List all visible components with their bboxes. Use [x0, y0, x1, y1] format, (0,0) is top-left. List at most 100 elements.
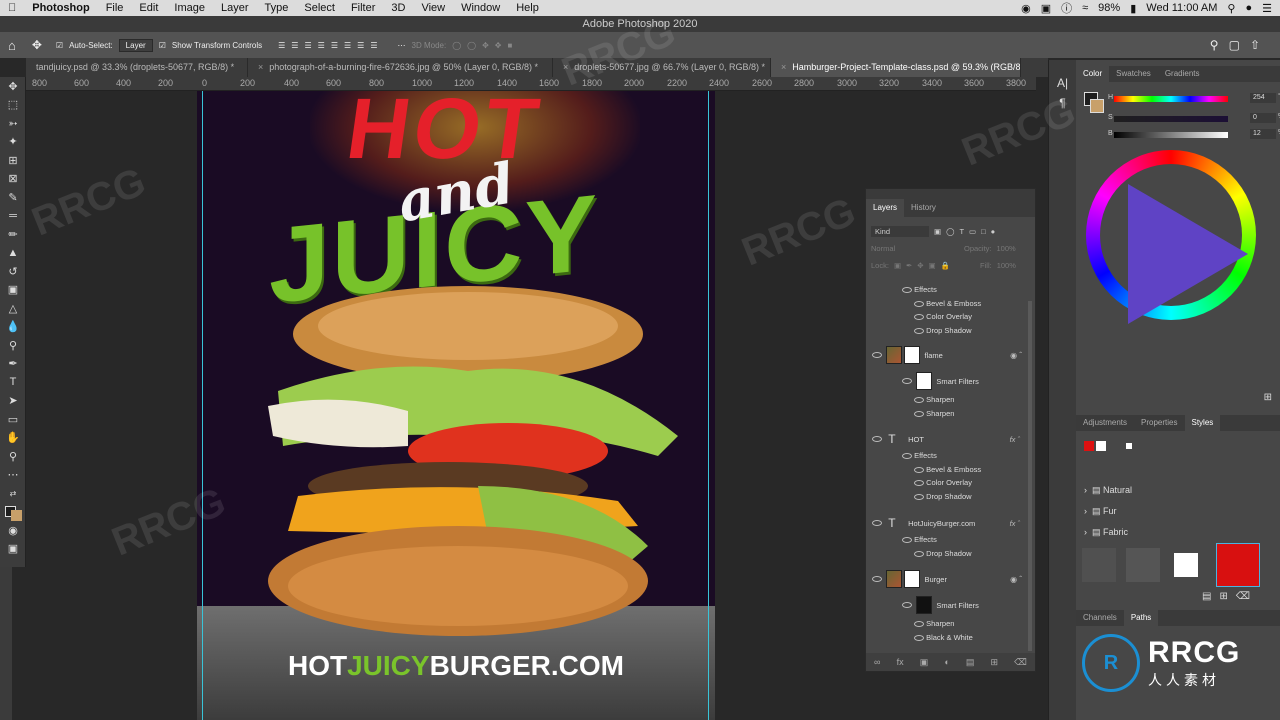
more-icon[interactable]: ⋯	[398, 41, 406, 50]
fx-icon[interactable]: fx ˆ	[1010, 435, 1020, 444]
eye-icon[interactable]	[902, 286, 912, 293]
filter-kind-dropdown[interactable]: Kind	[871, 226, 929, 237]
align-icons[interactable]: ☰☰☰☰☰☰☰☰	[278, 41, 383, 50]
menu-window[interactable]: Window	[453, 2, 508, 14]
tab-styles[interactable]: Styles	[1184, 415, 1221, 431]
eye-icon[interactable]	[872, 352, 882, 358]
lasso-tool-icon[interactable]: ➳	[0, 114, 26, 133]
character-panel-icon[interactable]: A|	[1049, 76, 1076, 90]
smart-filters-row[interactable]: Smart Filters	[902, 595, 1062, 615]
layer-url[interactable]: T HotJuicyBurger.com fx ˆ	[872, 511, 1032, 535]
tab-document-3[interactable]: × droplets-50677.jpg @ 66.7% (Layer 0, RG…	[553, 58, 771, 77]
fx-icon[interactable]: fx ˆ	[1010, 519, 1020, 528]
tab-paths[interactable]: Paths	[1123, 610, 1159, 626]
guide-line[interactable]	[708, 91, 709, 720]
eye-icon[interactable]	[914, 410, 924, 417]
filter-icons[interactable]: ▣◯T▭□●	[934, 227, 1000, 236]
eye-icon[interactable]	[902, 536, 912, 543]
trash-icon[interactable]: ⌫	[1236, 591, 1258, 602]
mask-icon[interactable]: ▣	[920, 657, 929, 668]
frame-tool-icon[interactable]: ⊠	[0, 170, 26, 189]
eye-icon[interactable]	[902, 452, 912, 459]
eye-icon[interactable]	[914, 634, 924, 641]
tab-swatches[interactable]: Swatches	[1109, 66, 1158, 82]
color-wheel[interactable]	[1086, 150, 1256, 324]
layers-scrollbar[interactable]	[1028, 301, 1032, 651]
brush-tool-icon[interactable]: ✏	[0, 225, 26, 244]
search-icon[interactable]: ⚲	[1210, 38, 1229, 52]
menu-help[interactable]: Help	[508, 2, 547, 14]
wifi-icon[interactable]: ≈	[1082, 2, 1088, 14]
style-folder-fabric[interactable]: › ▤ Fabric	[1084, 527, 1128, 538]
link-icon[interactable]: ∞	[874, 657, 880, 667]
eye-icon[interactable]	[914, 396, 924, 403]
folder-icon[interactable]: ▤	[966, 657, 975, 668]
zoom-tool-icon[interactable]: ⚲	[0, 447, 26, 466]
tab-document-2[interactable]: × photograph-of-a-burning-fire-672636.jpg…	[248, 58, 553, 77]
healing-brush-icon[interactable]: ═	[0, 207, 26, 226]
workspace-icon[interactable]: ▢	[1229, 38, 1250, 52]
color-picker-icon[interactable]: ⊞	[1264, 392, 1272, 403]
checkbox-icon[interactable]: ☑	[56, 41, 63, 50]
eyedropper-icon[interactable]: ✎	[0, 188, 26, 207]
record-icon[interactable]: ◉	[1021, 2, 1031, 15]
menu-file[interactable]: File	[98, 2, 132, 14]
style-swatch-red[interactable]	[1084, 441, 1094, 451]
tab-document-1[interactable]: tandjuicy.psd @ 33.3% (droplets-50677, R…	[26, 58, 248, 77]
eraser-tool-icon[interactable]: ▣	[0, 281, 26, 300]
user-icon[interactable]: ●	[1245, 2, 1252, 14]
trash-icon[interactable]: ⌫	[1014, 657, 1027, 668]
layer-burger[interactable]: Burger ◉ ˆ	[872, 567, 1032, 591]
tab-adjustments[interactable]: Adjustments	[1076, 415, 1134, 431]
style-swatch[interactable]	[1126, 548, 1160, 582]
type-tool-icon[interactable]: T	[0, 373, 26, 392]
opacity-value[interactable]: 100%	[997, 244, 1016, 253]
bucket-tool-icon[interactable]: △	[0, 299, 26, 318]
hue-value[interactable]: 254	[1250, 93, 1276, 103]
close-icon[interactable]: ×	[781, 62, 786, 72]
eye-icon[interactable]	[914, 493, 924, 500]
screen-mode-icon[interactable]: ▣	[0, 540, 26, 559]
layer-effects-row[interactable]: Effects	[902, 451, 1062, 460]
tab-gradients[interactable]: Gradients	[1158, 66, 1207, 82]
color-swatches-icon[interactable]	[0, 503, 26, 522]
style-swatch-white[interactable]	[1126, 443, 1132, 449]
lock-icons[interactable]: ▣✒✥▣🔒	[894, 261, 955, 270]
marquee-tool-icon[interactable]: ⬚	[0, 96, 26, 115]
eye-icon[interactable]	[914, 466, 924, 473]
brightness-slider[interactable]	[1114, 132, 1228, 138]
style-folder-fur[interactable]: › ▤ Fur	[1084, 506, 1117, 517]
eye-icon[interactable]	[914, 300, 924, 307]
history-brush-icon[interactable]: ↺	[0, 262, 26, 281]
dodge-tool-icon[interactable]: ⚲	[0, 336, 26, 355]
fill-value[interactable]: 100%	[997, 261, 1016, 270]
eye-icon[interactable]	[914, 550, 924, 557]
share-icon[interactable]: ⇧	[1250, 38, 1270, 52]
stamp-tool-icon[interactable]: ▲	[0, 244, 26, 263]
brightness-value[interactable]: 12	[1250, 129, 1276, 139]
apple-icon[interactable]: 	[0, 2, 24, 14]
crop-tool-icon[interactable]: ⊞	[0, 151, 26, 170]
screen-icon[interactable]: ▣	[1041, 2, 1051, 15]
folder-icon[interactable]: ▤	[1202, 591, 1219, 602]
layer-effects-row[interactable]: Effects	[902, 285, 1062, 294]
guide-line[interactable]	[202, 91, 203, 720]
smart-filters-row[interactable]: Smart Filters	[902, 371, 1062, 391]
path-select-icon[interactable]: ➤	[0, 392, 26, 411]
menu-image[interactable]: Image	[166, 2, 213, 14]
move-tool-icon[interactable]: ✥	[32, 38, 42, 52]
eye-icon[interactable]	[914, 327, 924, 334]
saturation-slider[interactable]	[1114, 116, 1228, 122]
fx-icon[interactable]: fx	[897, 657, 904, 667]
layer-hot[interactable]: T HOT fx ˆ	[872, 427, 1032, 451]
new-layer-icon[interactable]: ⊞	[991, 657, 999, 668]
hand-tool-icon[interactable]: ✋	[0, 429, 26, 448]
quick-mask-icon[interactable]: ◉	[0, 521, 26, 540]
style-swatch-none[interactable]	[1096, 441, 1106, 451]
menu-view[interactable]: View	[413, 2, 453, 14]
magic-wand-icon[interactable]: ✦	[0, 133, 26, 152]
blend-mode-dropdown[interactable]: Normal	[871, 244, 959, 253]
color-triangle[interactable]	[1128, 184, 1248, 324]
style-swatch-selected[interactable]	[1216, 543, 1260, 587]
style-swatch[interactable]	[1174, 553, 1198, 577]
